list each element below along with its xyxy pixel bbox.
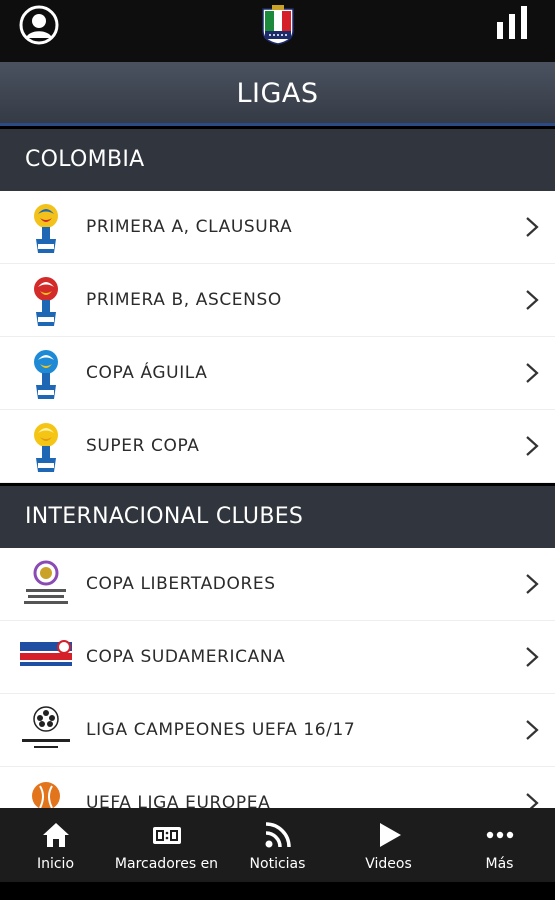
nav-label: Videos [365, 856, 412, 872]
page-title: LIGAS [0, 62, 555, 126]
list-item[interactable]: LIGA CAMPEONES UEFA 16/17 [0, 694, 555, 767]
libertadores-icon [24, 560, 68, 604]
list-item-label: COPA LIBERTADORES [86, 574, 276, 594]
list-item[interactable]: COPA LIBERTADORES [0, 548, 555, 621]
bar-chart-icon[interactable] [495, 5, 529, 39]
chevron-right-icon [526, 290, 539, 310]
play-icon [379, 823, 401, 847]
rss-icon [265, 822, 291, 848]
list-internacional: COPA LIBERTADORES COPA SUDAMERICANA LIGA… [0, 548, 555, 840]
trophy-gold-icon [34, 423, 58, 472]
nav-item-marcadores[interactable]: Marcadores en [111, 808, 222, 882]
nav-label: Noticias [249, 856, 306, 872]
scoreboard-icon [152, 827, 181, 844]
chevron-right-icon [526, 436, 539, 456]
chevron-right-icon [526, 363, 539, 383]
list-colombia: PRIMERA A, CLAUSURA PRIMERA B, ASCENSO C… [0, 191, 555, 483]
list-item[interactable]: SUPER COPA [0, 410, 555, 483]
list-item-label: PRIMERA B, ASCENSO [86, 290, 282, 310]
home-icon [42, 823, 69, 847]
list-item-label: COPA ÁGUILA [86, 363, 208, 383]
trophy-red-icon [34, 277, 58, 326]
chevron-right-icon [526, 720, 539, 740]
list-item-label: COPA SUDAMERICANA [86, 647, 286, 667]
nav-item-mas[interactable]: Más [444, 808, 555, 882]
more-dots-icon [486, 831, 513, 839]
nav-label: Más [485, 856, 514, 872]
trophy-yellow-icon [34, 204, 58, 253]
list-item-label: PRIMERA A, CLAUSURA [86, 217, 293, 237]
list-item[interactable]: PRIMERA B, ASCENSO [0, 264, 555, 337]
nav-item-inicio[interactable]: Inicio [0, 808, 111, 882]
nav-item-noticias[interactable]: Noticias [222, 808, 333, 882]
nav-item-videos[interactable]: Videos [333, 808, 444, 882]
nav-label: Inicio [36, 856, 75, 872]
chevron-right-icon [526, 217, 539, 237]
trophy-blue-icon [34, 350, 58, 399]
list-item[interactable]: PRIMERA A, CLAUSURA [0, 191, 555, 264]
list-item-label: SUPER COPA [86, 436, 200, 456]
list-item[interactable]: COPA SUDAMERICANA [0, 621, 555, 694]
list-item[interactable]: COPA ÁGUILA [0, 337, 555, 410]
crest-logo[interactable] [260, 3, 296, 45]
chevron-right-icon [526, 574, 539, 594]
champions-league-icon [22, 706, 70, 748]
sudamericana-icon [20, 640, 72, 666]
list-item-label: LIGA CAMPEONES UEFA 16/17 [86, 720, 356, 740]
user-circle-icon[interactable] [19, 5, 59, 45]
section-header-internacional: INTERNACIONAL CLUBES [0, 486, 555, 548]
system-bar [0, 882, 555, 900]
section-header-colombia: COLOMBIA [0, 129, 555, 191]
nav-label: Marcadores en [114, 856, 219, 872]
bottom-nav: Inicio Marcadores en Noticias Videos Más [0, 808, 555, 882]
chevron-right-icon [526, 647, 539, 667]
top-bar [0, 0, 555, 62]
